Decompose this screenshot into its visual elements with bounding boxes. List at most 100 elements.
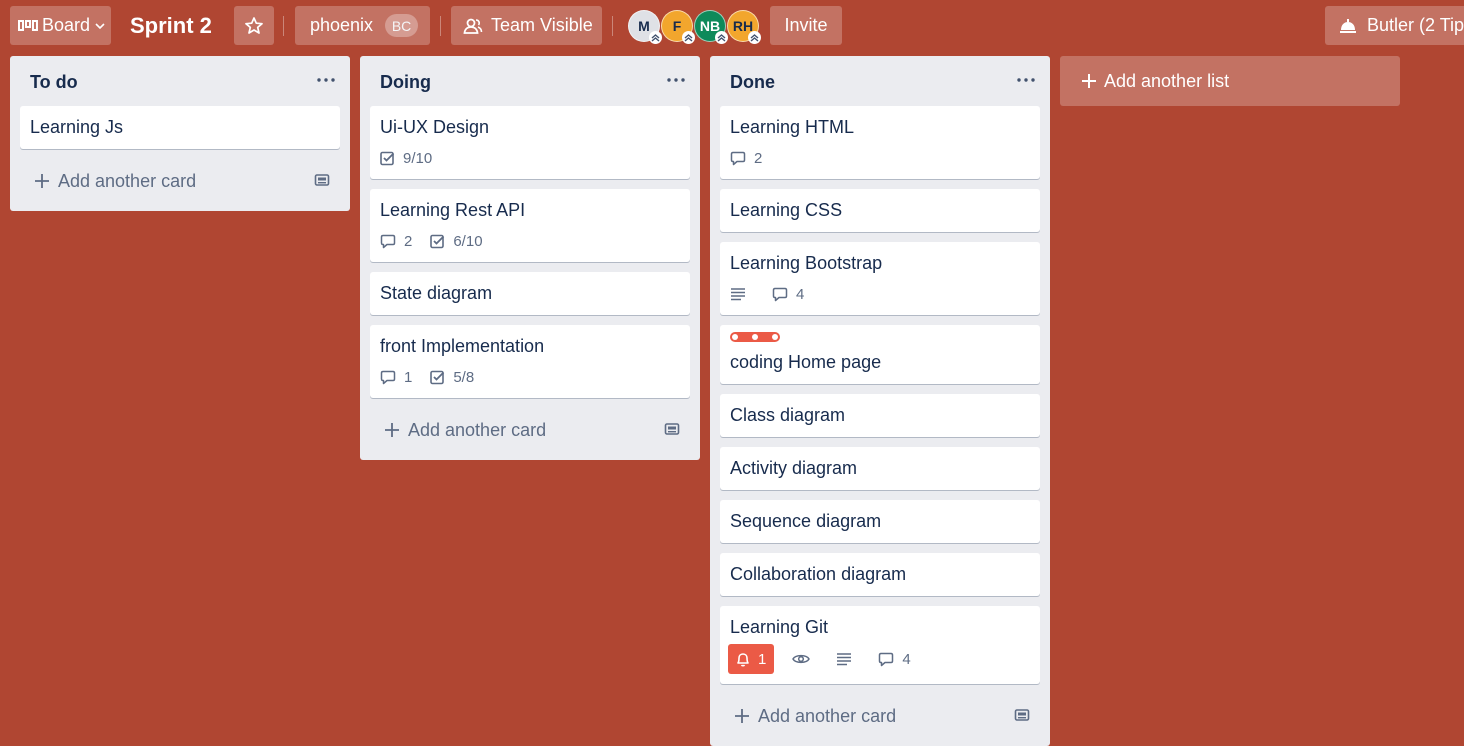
card-title: Learning Bootstrap xyxy=(730,253,883,273)
card[interactable]: front Implementation 1 5/8 xyxy=(370,325,690,398)
star-icon xyxy=(245,16,263,34)
comments-badge: 4 xyxy=(878,650,911,668)
plus-icon xyxy=(385,423,399,437)
chevron-down-icon xyxy=(95,22,105,29)
visibility-button[interactable]: Team Visible xyxy=(451,6,602,45)
card-title: front Implementation xyxy=(380,336,545,356)
board-title[interactable]: Sprint 2 xyxy=(130,6,212,45)
list-title[interactable]: Done xyxy=(730,72,775,93)
list-menu-button[interactable] xyxy=(1016,70,1036,90)
card-title: coding Home page xyxy=(730,352,882,372)
comment-icon xyxy=(380,370,396,384)
admin-chevron-icon xyxy=(682,31,695,44)
list-header: To do xyxy=(10,56,350,106)
card[interactable]: coding Home page xyxy=(720,325,1040,384)
more-options-icon xyxy=(667,78,685,82)
card-template-icon[interactable] xyxy=(664,421,680,437)
card[interactable]: Learning Js xyxy=(20,106,340,149)
add-list-label: Add another list xyxy=(1104,70,1230,91)
more-options-icon xyxy=(1017,78,1035,82)
comments-count: 4 xyxy=(902,650,911,668)
team-icon xyxy=(463,18,483,34)
card[interactable]: Learning HTML 2 xyxy=(720,106,1040,179)
visibility-label: Team Visible xyxy=(491,15,593,35)
comments-badge: 2 xyxy=(380,233,412,250)
comments-count: 4 xyxy=(796,285,805,303)
butler-button[interactable]: Butler (2 Tips xyxy=(1325,6,1464,45)
add-card-button[interactable]: Add another card xyxy=(370,408,690,452)
description-badge xyxy=(730,287,754,301)
checklist-icon xyxy=(380,151,395,165)
board-switcher-button[interactable]: Board xyxy=(10,6,111,45)
member-avatar[interactable]: NB xyxy=(694,10,728,44)
comments-count: 2 xyxy=(404,232,413,250)
watching-badge xyxy=(792,653,818,665)
card[interactable]: Learning Rest API 2 6/10 xyxy=(370,189,690,262)
card[interactable]: Sequence diagram xyxy=(720,500,1040,543)
card-badges: 2 6/10 xyxy=(380,230,680,252)
card[interactable]: Activity diagram xyxy=(720,447,1040,490)
workspace-badge: BC xyxy=(385,14,419,37)
header-divider xyxy=(440,16,441,36)
card-title: Learning Git xyxy=(730,617,829,637)
card-title: Learning HTML xyxy=(730,117,855,137)
card-template-icon[interactable] xyxy=(314,172,330,188)
card[interactable]: Learning Git 1 4 xyxy=(720,606,1040,684)
add-list-button[interactable]: Add another list xyxy=(1060,56,1400,106)
card-badges: 9/10 xyxy=(380,147,680,169)
add-card-button[interactable]: Add another card xyxy=(20,159,340,203)
workspace-button[interactable]: phoenix BC xyxy=(295,6,430,45)
member-avatar[interactable]: F xyxy=(661,10,695,44)
card[interactable]: State diagram xyxy=(370,272,690,315)
checklist-count: 6/10 xyxy=(453,232,483,250)
card-title: Activity diagram xyxy=(730,458,858,478)
workspace-name: phoenix xyxy=(310,15,374,35)
comment-icon xyxy=(772,287,788,301)
member-avatar[interactable]: M xyxy=(628,10,662,44)
card-title: Sequence diagram xyxy=(730,511,882,531)
plus-icon xyxy=(35,174,49,188)
checklist-badge: 9/10 xyxy=(380,150,432,167)
admin-chevron-icon xyxy=(649,31,662,44)
card-badges: 4 xyxy=(730,283,1030,305)
card-title: Ui-UX Design xyxy=(380,117,490,137)
card[interactable]: Learning CSS xyxy=(720,189,1040,232)
card-title: Learning Rest API xyxy=(380,200,526,220)
member-initials: F xyxy=(672,18,682,34)
star-button[interactable] xyxy=(234,6,274,45)
add-card-label: Add another card xyxy=(758,705,897,726)
notification-badge: 1 xyxy=(728,644,775,674)
member-avatar[interactable]: RH xyxy=(727,10,761,44)
invite-label: Invite xyxy=(784,15,828,35)
card-template-icon[interactable] xyxy=(1014,707,1030,723)
description-badge xyxy=(836,652,860,666)
list-title[interactable]: Doing xyxy=(380,72,431,93)
admin-chevron-icon xyxy=(715,31,728,44)
list-title[interactable]: To do xyxy=(30,72,78,93)
card-badges: 1 4 xyxy=(728,644,1030,674)
card-title: Learning Js xyxy=(30,117,124,137)
add-card-button[interactable]: Add another card xyxy=(720,694,1040,738)
list-menu-button[interactable] xyxy=(666,70,686,90)
card-label-red[interactable] xyxy=(730,332,780,342)
comments-badge: 1 xyxy=(380,369,412,386)
add-card-label: Add another card xyxy=(408,419,547,440)
comments-count: 2 xyxy=(754,149,763,167)
card[interactable]: Collaboration diagram xyxy=(720,553,1040,596)
header-divider xyxy=(283,16,284,36)
checklist-icon xyxy=(430,370,445,384)
invite-button[interactable]: Invite xyxy=(770,6,842,45)
comment-icon xyxy=(879,652,894,666)
card[interactable]: Class diagram xyxy=(720,394,1040,437)
butler-label: Butler (2 Tips xyxy=(1367,15,1464,35)
card[interactable]: Learning Bootstrap 4 xyxy=(720,242,1040,315)
list-menu-button[interactable] xyxy=(316,70,336,90)
card[interactable]: Ui-UX Design 9/10 xyxy=(370,106,690,179)
notification-count: 1 xyxy=(758,650,767,668)
card-labels xyxy=(730,332,1030,344)
description-icon xyxy=(837,653,852,666)
comments-count: 1 xyxy=(404,368,413,386)
comments-badge: 2 xyxy=(730,150,762,167)
card-title: Class diagram xyxy=(730,405,846,425)
checklist-count: 5/8 xyxy=(453,368,475,386)
